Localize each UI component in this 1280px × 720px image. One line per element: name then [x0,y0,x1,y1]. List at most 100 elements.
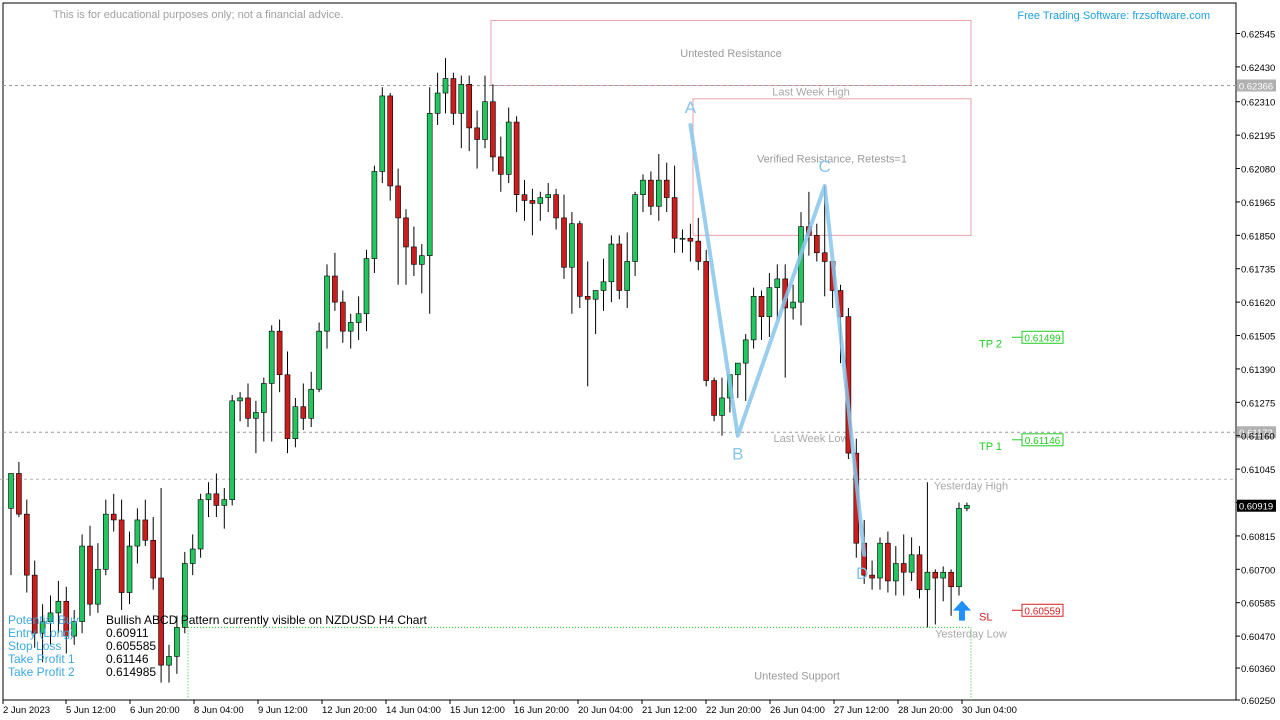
last-week-low-label: Last Week Low [773,433,848,445]
verified-resistance-label: Verified Resistance, Retests=1 [757,153,907,165]
candle-body [640,179,646,195]
info-take-profit-2-value: 0.614985 [106,665,157,679]
candle-body [371,171,378,259]
x-tick-label: 21 Jun 12:00 [642,705,697,716]
candle-body [324,275,330,332]
abcd-point-b: B [732,445,743,464]
candle-body [932,571,939,579]
x-tick-label: 8 Jun 04:00 [194,705,244,716]
current-price-text: 0.60919 [1239,502,1273,513]
candle-body [742,339,749,364]
candle-body [940,571,947,579]
x-tick-label: 2 Jun 2023 [3,705,50,716]
candle-body [260,383,267,413]
candle-body [466,84,473,129]
x-tick-label: 6 Jun 20:00 [130,705,180,716]
verified-resistance-zone [692,98,972,236]
candle-body [387,95,394,187]
candle-body [956,508,962,588]
y-tick-label: 0.60585 [1241,599,1275,610]
y-tick-label: 0.61965 [1241,198,1275,209]
candle-body [55,600,62,614]
candle-body [292,406,299,439]
candle-body [332,275,338,303]
y-tick-label: 0.62545 [1241,29,1275,40]
y-tick-label: 0.62080 [1241,165,1275,176]
candle-body [790,301,796,309]
x-tick-label: 16 Jun 20:00 [514,705,569,716]
price-chart[interactable]: Untested Resistance Verified Resistance, … [0,0,1280,720]
candle-body [885,542,891,582]
candle-body [632,194,638,262]
info-take-profit-1-label: Take Profit 1 [8,652,75,666]
candle-body [411,246,417,265]
software-link: Free Trading Software: frzsoftware.com [1017,10,1210,22]
candle-body [750,296,757,341]
candle-body [229,400,235,500]
info-stop-loss: Stop Loss 0.605585 [8,640,156,652]
disclaimer-text: This is for educational purposes only; n… [53,9,343,21]
info-take-profit-2: Take Profit 2 0.614985 [8,666,156,678]
candle-body [576,223,583,297]
candle-body [608,243,615,283]
candle-body [600,281,607,291]
y-tick-label: 0.61160 [1241,432,1275,443]
y-tick-label: 0.60815 [1241,532,1275,543]
buy-arrow-icon [953,600,971,621]
candle-body [553,194,559,219]
y-tick-label: 0.61620 [1241,298,1275,309]
candle-body [474,127,480,140]
abcd-point-d: D [856,564,868,583]
info-entry-label: Entry (Long) [8,626,75,640]
candle-body [276,330,283,376]
candle-body [916,554,923,590]
candle-body [253,412,259,419]
info-potential-buy: Potential Buy Bullish ABCD Pattern curren… [8,614,427,626]
y-tick-label: 0.61735 [1241,265,1275,276]
abcd-point-c: C [819,157,831,176]
abcd-point-a: A [685,98,697,117]
candle-body [655,179,662,207]
candle-body [103,513,109,570]
x-tick-label: 26 Jun 04:00 [770,705,825,716]
info-entry-value: 0.60911 [106,626,149,640]
info-stop-loss-value: 0.605585 [106,639,157,653]
info-take-profit-1-value: 0.61146 [106,652,149,666]
y-tick-label: 0.61045 [1241,465,1275,476]
candle-body [521,194,528,201]
x-tick-label: 12 Jun 20:00 [322,705,377,716]
candle-body [23,513,30,576]
tp1-value: 0.61146 [1025,436,1061,447]
candle-body [813,235,820,254]
candle-body [166,656,172,666]
candle-body [529,200,536,204]
tp1-label: TP 1 [979,441,1002,453]
yesterday-high-label: Yesterday High [934,480,1008,492]
candle-body [679,237,686,240]
candle-body [95,569,101,605]
candle-body [869,574,875,579]
x-tick-label: 27 Jun 12:00 [834,705,889,716]
last-week-high-label: Last Week High [772,86,849,98]
info-potential-buy-label: Potential Buy [8,613,79,627]
candle-body [569,223,575,268]
candle-body [197,499,204,550]
sl-label: SL [979,611,992,623]
candle-body [126,545,133,593]
sl-value: 0.60559 [1024,606,1061,617]
candle-body [245,397,251,419]
tp2-label: TP 2 [979,338,1002,350]
candle-body [924,571,931,590]
info-take-profit-2-label: Take Profit 2 [8,665,75,679]
candle-body [774,278,781,288]
last-week-high-badge-text: 0.62366 [1239,81,1273,92]
candle-body [87,545,93,605]
candle-body [482,101,488,140]
untested-support-label: Untested Support [754,671,840,683]
x-tick-label: 20 Jun 04:00 [578,705,633,716]
candle-body [142,519,149,541]
candle-body [237,397,243,402]
candle-body [671,197,678,239]
candle-body [616,243,623,291]
candle-body [758,296,765,317]
